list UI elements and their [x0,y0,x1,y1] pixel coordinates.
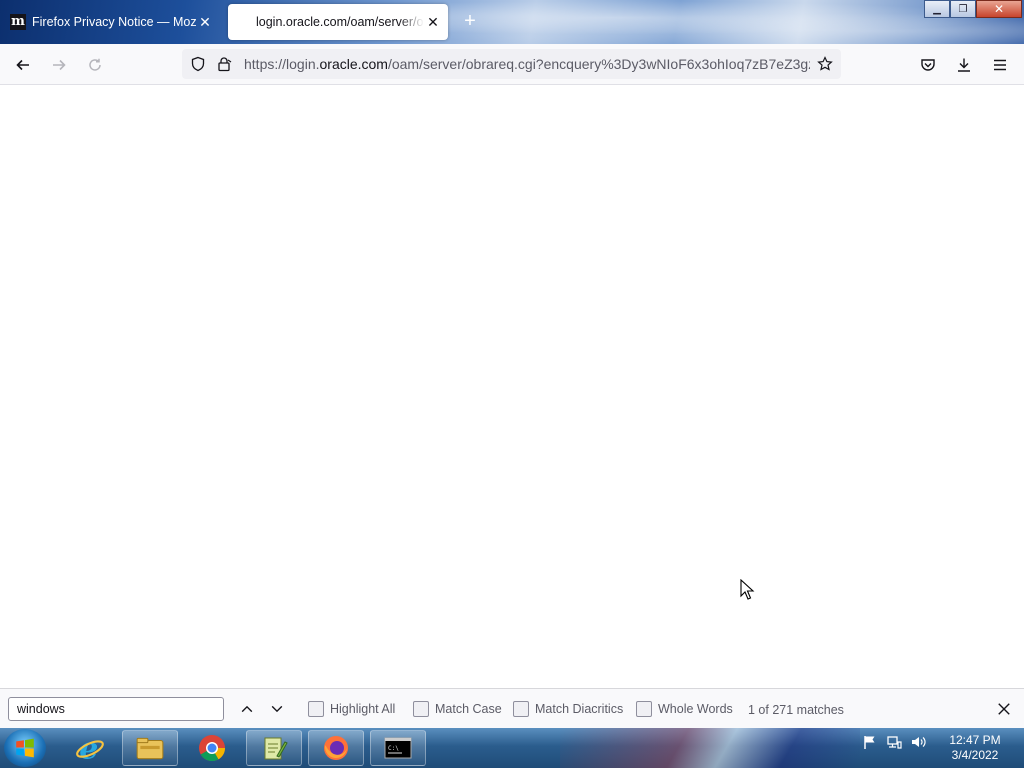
checkbox-label: Highlight All [330,702,396,716]
tab-title: Firefox Privacy Notice — Mozilla [32,15,196,29]
tab-privacy-notice[interactable]: m Firefox Privacy Notice — Mozilla ✕ [0,4,220,40]
match-diacritics-checkbox[interactable]: Match Diacritics [513,701,623,717]
bookmark-button[interactable] [812,51,838,77]
new-tab-button[interactable]: + [459,10,481,32]
checkbox-label: Whole Words [658,702,733,716]
close-icon [998,703,1010,715]
close-window-button[interactable]: ✕ [976,0,1022,18]
mozilla-m-icon: m [10,14,26,30]
notepad-plus-plus-icon [264,737,288,760]
address-bar[interactable]: https://login.oracle.com/oam/server/obra… [182,49,841,79]
command-prompt-icon: C:\ [384,737,412,759]
url-host: oracle.com [319,56,388,72]
taskbar-clock[interactable]: 12:47 PM 3/4/2022 [940,733,1010,763]
volume-icon[interactable] [910,734,926,750]
pocket-icon [921,59,935,71]
menu-button[interactable] [987,52,1013,78]
file-explorer-icon [136,737,164,760]
back-button[interactable] [10,52,36,78]
reload-button[interactable] [82,52,108,78]
checkbox-box[interactable] [513,701,529,717]
downloads-button[interactable] [951,52,977,78]
windows-taskbar: e C:\ 12:47 PM 3/4/2022 [0,728,1024,768]
whole-words-checkbox[interactable]: Whole Words [636,701,733,717]
find-match-count: 1 of 271 matches [748,703,844,717]
navigation-toolbar: https://login.oracle.com/oam/server/obra… [0,44,1024,85]
firefox-icon [324,736,348,760]
tab-oracle-login[interactable]: login.oracle.com/oam/server/obrareq.cgi … [228,4,448,40]
checkbox-label: Match Diacritics [535,702,624,716]
match-case-checkbox[interactable]: Match Case [413,701,502,717]
checkbox-box[interactable] [413,701,429,717]
find-previous-button[interactable] [237,699,257,719]
find-input[interactable] [8,697,224,721]
find-bar: Highlight All Match Case Match Diacritic… [0,688,1024,728]
system-tray [862,734,926,750]
tab-strip: m Firefox Privacy Notice — Mozilla ✕ log… [0,0,1024,44]
svg-text:C:\: C:\ [388,745,399,752]
download-icon [958,58,970,72]
close-find-bar-button[interactable] [994,699,1014,719]
windows-logo-icon [16,738,34,758]
close-tab-icon[interactable]: ✕ [424,13,442,31]
checkbox-box[interactable] [636,701,652,717]
hamburger-menu-icon [994,59,1006,71]
highlight-all-checkbox[interactable]: Highlight All [308,701,395,717]
checkbox-box[interactable] [308,701,324,717]
shield-icon [191,56,205,72]
taskbar-notepad-plus-plus[interactable] [246,730,302,766]
taskbar-internet-explorer[interactable]: e [62,730,118,766]
star-icon [817,56,833,71]
tracking-protection-button[interactable] [185,51,211,77]
taskbar-firefox[interactable] [308,730,364,766]
restore-button[interactable]: ❐ [950,0,976,18]
url-path: /oam/server/obrareq.cgi?encquery%3Dy3wNI… [387,56,810,72]
site-info-button[interactable] [211,51,237,77]
find-next-button[interactable] [267,699,287,719]
mouse-cursor-icon [740,579,755,600]
window-controls: ▁ ❐ ✕ [924,0,1022,18]
internet-explorer-icon: e [76,733,104,763]
minimize-button[interactable]: ▁ [924,0,950,18]
chevron-up-icon [241,705,253,713]
chrome-icon [199,735,226,762]
network-icon[interactable] [886,734,902,750]
clock-time: 12:47 PM [949,733,1001,747]
pocket-button[interactable] [915,52,941,78]
back-arrow-icon [16,59,29,71]
clock-date: 3/4/2022 [951,748,999,762]
url-scheme: https://login. [244,56,320,72]
taskbar-file-explorer[interactable] [122,730,178,766]
start-button[interactable] [4,729,46,767]
close-tab-icon[interactable]: ✕ [196,13,214,31]
taskbar-command-prompt[interactable]: C:\ [370,730,426,766]
checkbox-label: Match Case [435,702,502,716]
reload-icon [89,58,101,71]
chevron-down-icon [271,705,283,713]
lock-icon [218,57,232,72]
url-text[interactable]: https://login.oracle.com/oam/server/obra… [244,56,810,72]
forward-button[interactable] [46,52,72,78]
page-content[interactable] [0,85,1024,688]
forward-arrow-icon [53,59,66,71]
taskbar-chrome[interactable] [184,730,240,766]
action-center-flag-icon[interactable] [862,734,878,750]
tab-title: login.oracle.com/oam/server/obrareq.cgi [256,15,424,29]
